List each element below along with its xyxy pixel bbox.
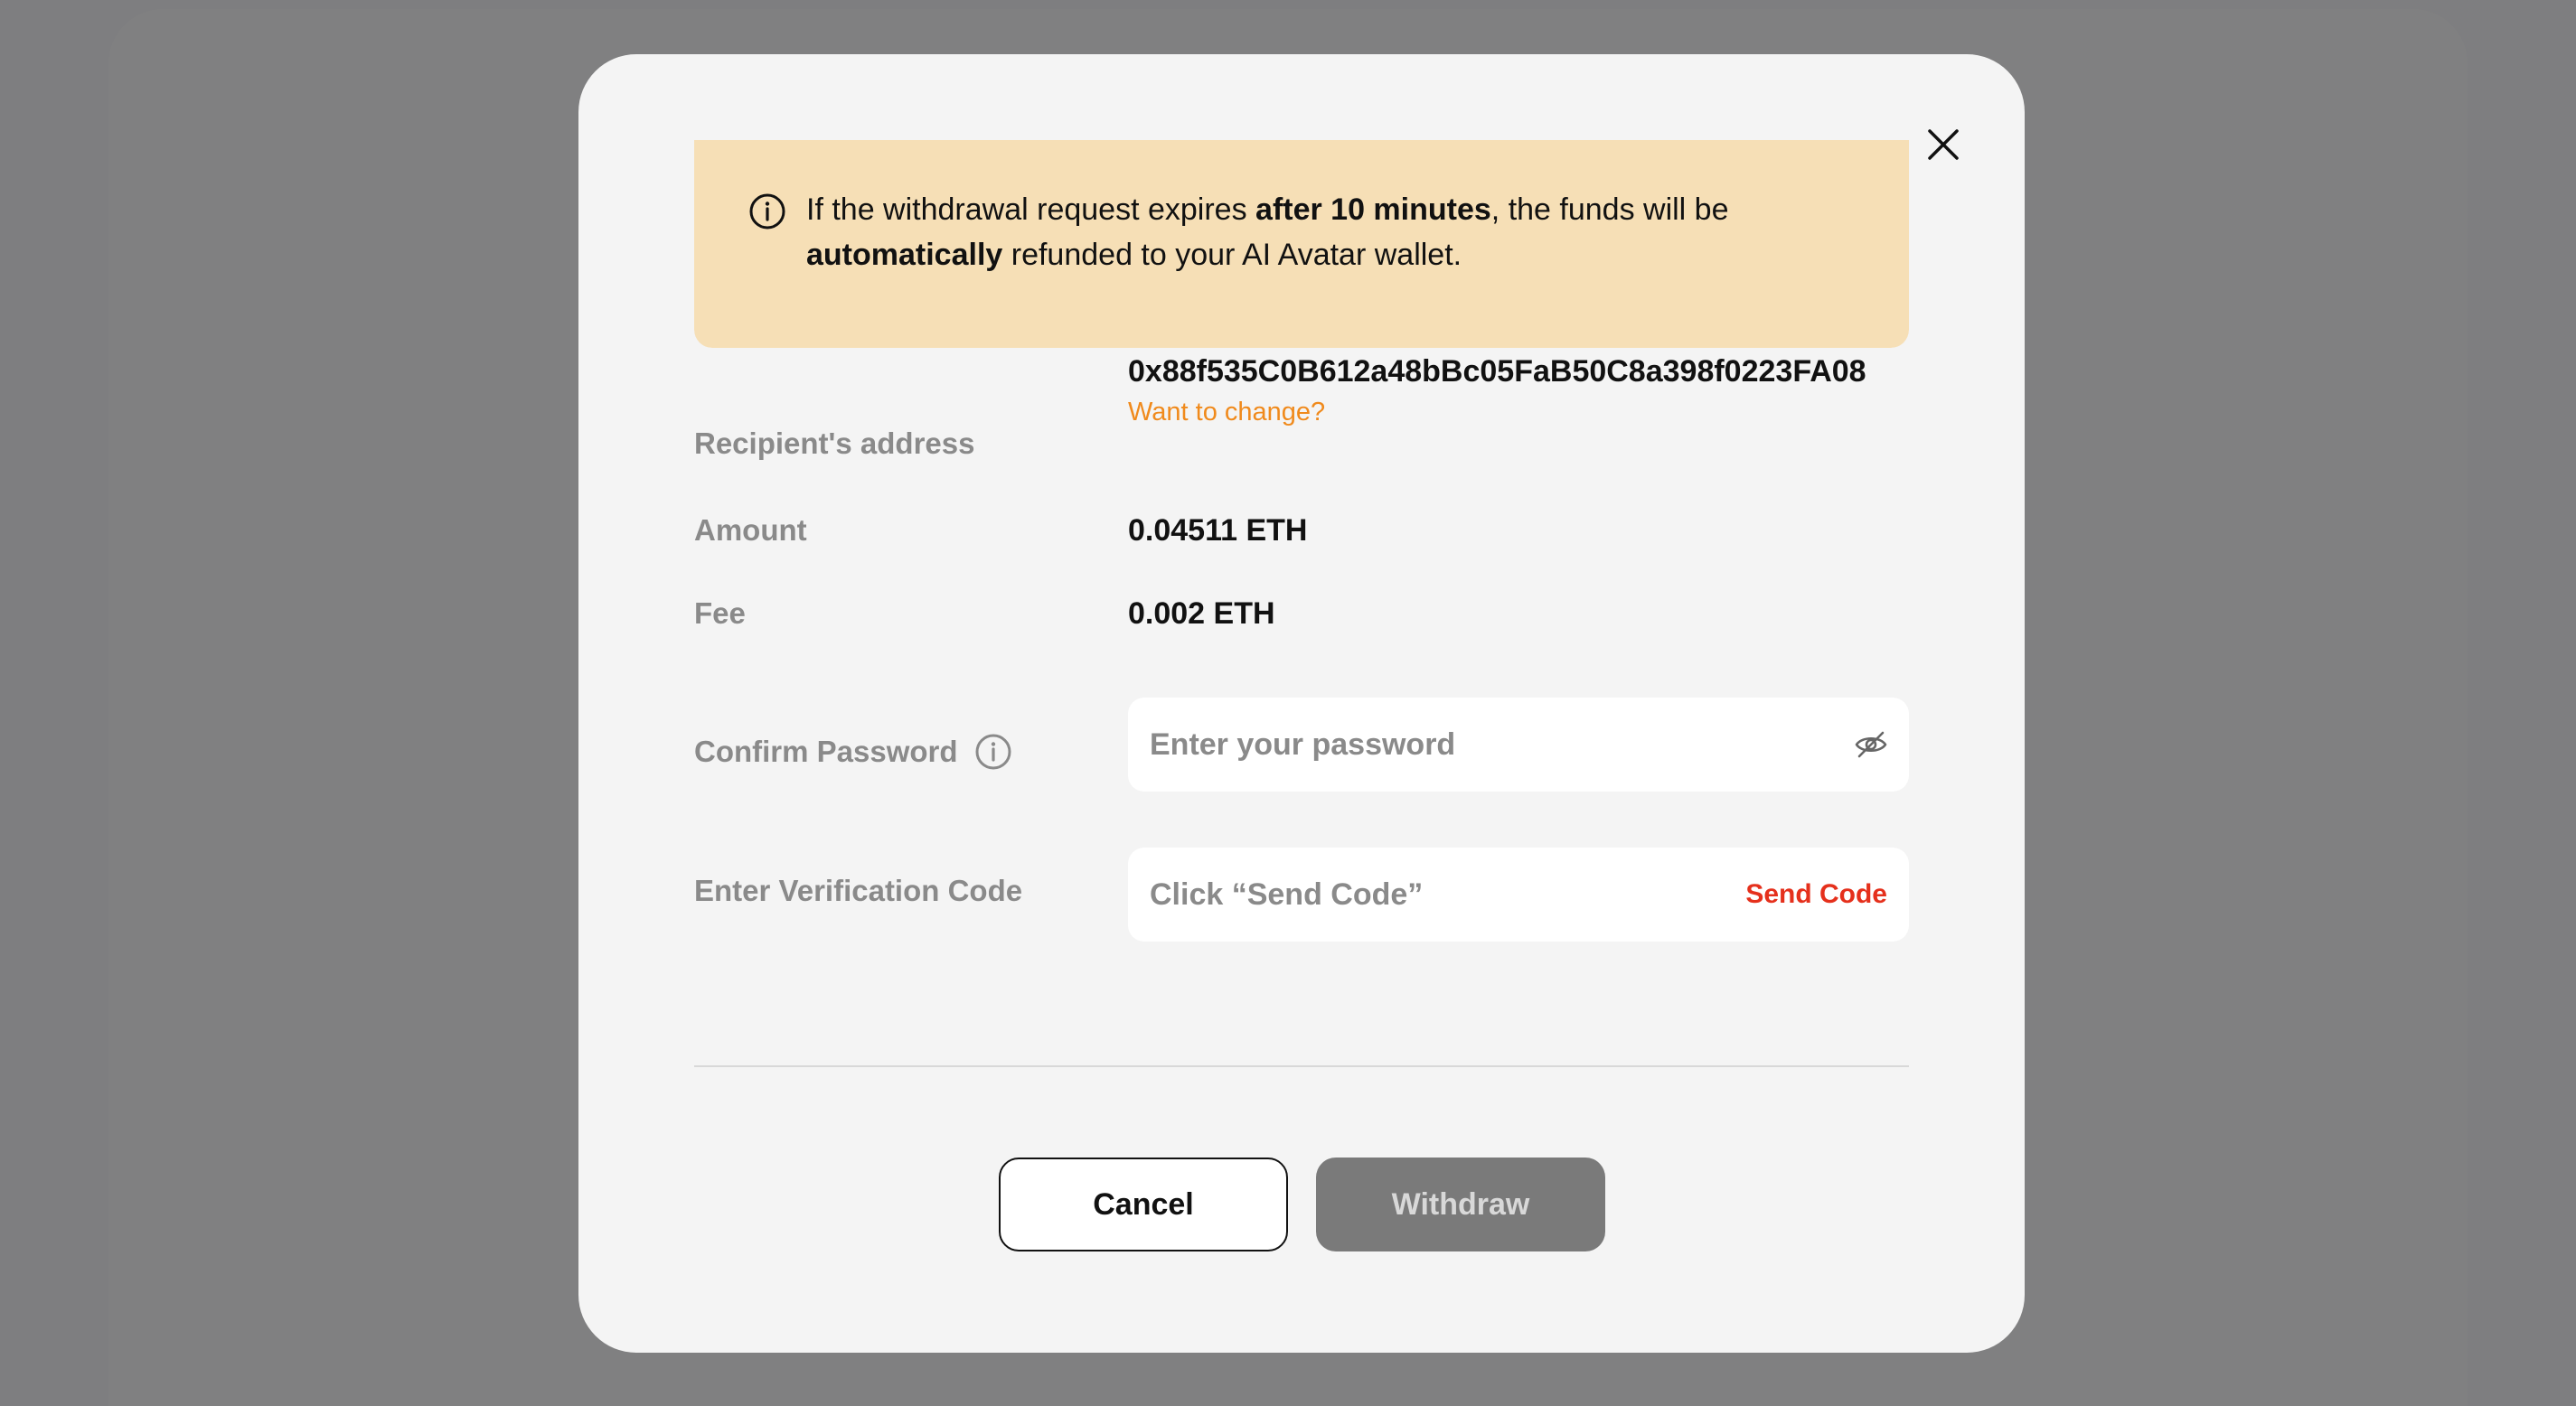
close-icon [1928,129,1959,160]
notice-text: If the withdrawal request expires after … [806,187,1873,277]
change-address-link[interactable]: Want to change? [1128,398,1325,427]
eye-off-icon[interactable] [1853,726,1889,763]
notice-previous-line: lost. [806,140,862,151]
confirm-password-label-text: Confirm Password [694,735,958,768]
amount-value: 0.04511 ETH [1128,513,1308,548]
notice-text-part: If the withdrawal request expires [806,192,1256,227]
refund-notice-box: lost. If the withdrawal request expires … [694,140,1909,348]
fee-label: Fee [694,596,746,630]
recipient-address: 0x88f535C0B612a48bBc05FaB50C8a398f0223FA… [1128,354,1866,389]
verification-code-field: Send Code [1128,848,1909,942]
notice-text-part: , the funds will be [1490,192,1729,227]
amount-label: Amount [694,513,807,547]
refund-notice: lost. If the withdrawal request expires … [694,140,1909,348]
info-circle-icon[interactable] [974,733,1012,771]
verification-code-label: Enter Verification Code [694,874,1023,907]
close-button[interactable] [1916,117,1970,172]
fee-value: 0.002 ETH [1128,596,1275,631]
send-code-button[interactable]: Send Code [1745,848,1887,942]
notice-text-part: refunded to your AI Avatar wallet. [1002,238,1462,272]
notice-emphasis-time: after 10 minutes [1255,192,1491,227]
password-input[interactable] [1128,698,1909,792]
withdraw-button[interactable]: Withdraw [1316,1158,1605,1251]
recipient-label: Recipient's address [694,426,975,460]
cancel-button[interactable]: Cancel [999,1158,1288,1251]
divider [694,1065,1909,1067]
notice-emphasis-auto: automatically [806,238,1003,272]
info-circle-icon [749,193,785,230]
confirm-password-label: Confirm Password [694,733,1012,771]
withdraw-modal: lost. If the withdrawal request expires … [578,54,2025,1353]
password-field [1128,698,1909,792]
